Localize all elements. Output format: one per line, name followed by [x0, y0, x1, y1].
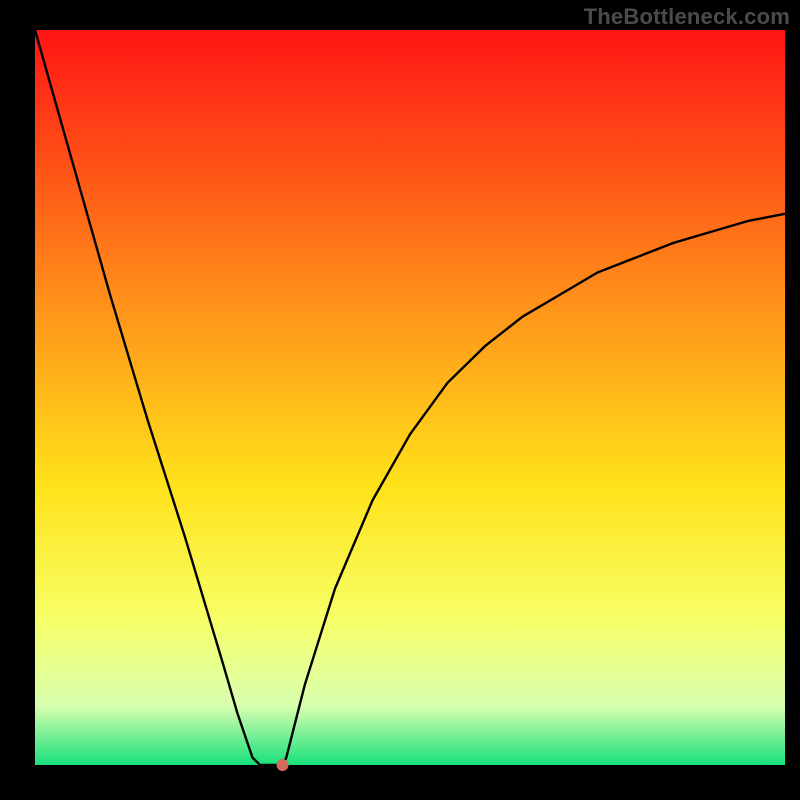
chart-frame: TheBottleneck.com: [0, 0, 800, 800]
optimum-marker: [277, 759, 289, 771]
bottleneck-chart: [0, 0, 800, 800]
plot-area: [35, 30, 785, 765]
